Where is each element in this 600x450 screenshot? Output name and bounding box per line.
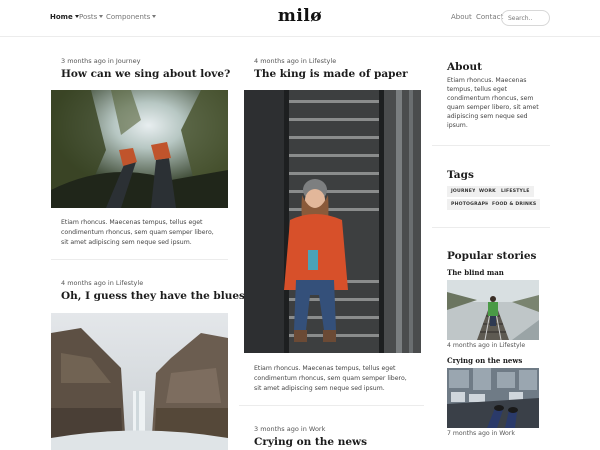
post-meta: 3 months ago in Work xyxy=(254,425,326,433)
nav-about-link[interactable]: About xyxy=(451,13,472,21)
post-meta: 4 months ago in Lifestyle xyxy=(254,57,337,65)
tag-food-drinks[interactable]: FOOD & DRINKS xyxy=(488,199,541,210)
post-divider xyxy=(239,405,424,406)
post-divider xyxy=(51,259,228,260)
search-input[interactable]: Search.. xyxy=(501,10,550,26)
post-image-girl-stairs[interactable] xyxy=(244,90,421,353)
post-meta: 3 months ago in Journey xyxy=(61,57,141,65)
sidebar-divider xyxy=(432,145,550,146)
story-meta: 4 months ago in Lifestyle xyxy=(447,342,526,349)
story-image-railway[interactable] xyxy=(447,280,539,340)
story-title[interactable]: Crying on the news xyxy=(447,356,522,365)
top-navbar: Home Posts Components milø About Contact… xyxy=(0,0,600,37)
about-text: Etiam rhoncus. Maecenas tempus, tellus e… xyxy=(447,77,539,129)
post-title[interactable]: How can we sing about love? xyxy=(61,68,230,80)
post-excerpt: Etiam rhoncus. Maecenas tempus, tellus e… xyxy=(61,219,214,246)
sidebar-divider xyxy=(432,227,550,228)
tag-lifestyle[interactable]: LIFESTYLE xyxy=(497,186,534,197)
tags-heading: Tags xyxy=(447,169,474,181)
story-title[interactable]: The blind man xyxy=(447,268,504,277)
post-image-waterfall[interactable] xyxy=(51,313,228,450)
post-image-feet-forest[interactable] xyxy=(51,90,228,208)
post-excerpt: Etiam rhoncus. Maecenas tempus, tellus e… xyxy=(254,365,407,392)
nav-contact-link[interactable]: Contact xyxy=(476,13,503,21)
story-meta: 7 months ago in Work xyxy=(447,430,515,437)
post-title[interactable]: Oh, I guess they have the blues xyxy=(61,290,245,302)
popular-heading: Popular stories xyxy=(447,250,537,262)
post-title[interactable]: Crying on the news xyxy=(254,436,367,448)
about-heading: About xyxy=(447,61,482,73)
story-image-city-feet[interactable] xyxy=(447,368,539,428)
post-title[interactable]: The king is made of paper xyxy=(254,68,408,80)
post-meta: 4 months ago in Lifestyle xyxy=(61,279,144,287)
